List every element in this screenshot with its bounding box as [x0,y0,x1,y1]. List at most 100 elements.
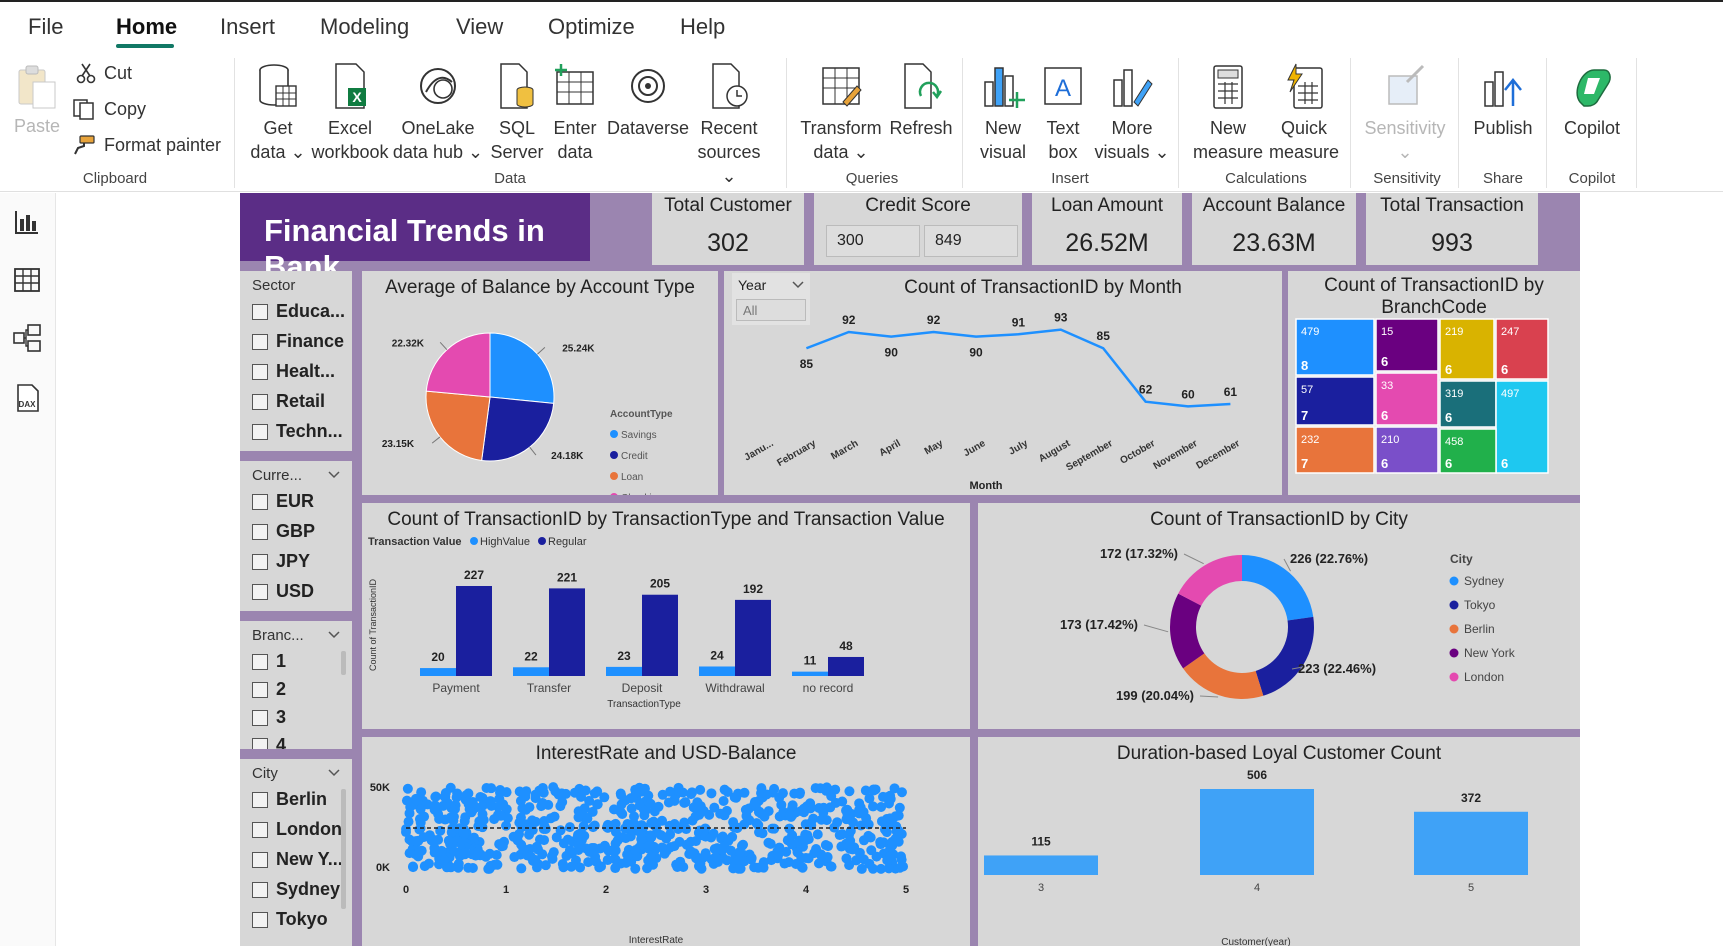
checkbox[interactable] [252,393,268,410]
scatter-point [445,812,456,823]
checkbox[interactable] [252,737,268,749]
menu-insert[interactable]: Insert [220,14,275,40]
donut-data-label: 172 (17.32%) [1100,546,1178,561]
checkbox[interactable] [252,303,268,320]
slicer-item[interactable]: Techn... [252,421,343,442]
scrollbar[interactable] [341,789,346,909]
slicer-item[interactable]: USD [252,581,314,602]
menu-optimize[interactable]: Optimize [548,14,635,40]
legend-label: Regular [548,536,587,548]
paste-button[interactable]: Paste [12,62,62,138]
checkbox[interactable] [252,791,268,808]
cut-button[interactable]: Cut [76,62,132,84]
kpi-total-transaction: Total Transaction 993 [1366,193,1538,265]
checkbox[interactable] [252,911,268,928]
x-axis-label: Month [970,480,1003,492]
slicer-item[interactable]: JPY [252,551,310,572]
slicer-item[interactable]: Sydney [252,879,340,900]
recent-sources-button[interactable]: Recent sources ⌄ [690,62,768,188]
treemap-branch-label: 8 [1301,358,1308,373]
checkbox[interactable] [252,523,268,540]
dataverse-icon [631,69,665,103]
excel-workbook-button[interactable]: X Excel workbook [310,62,390,164]
checkbox[interactable] [252,653,268,670]
copy-button[interactable]: Copy [72,98,146,120]
chevron-down-icon[interactable] [328,631,340,639]
slicer-item[interactable]: GBP [252,521,315,542]
checkbox[interactable] [252,583,268,600]
treemap-branch-label: 6 [1381,408,1388,423]
slicer-item[interactable]: 4 [252,735,286,749]
onelake-button[interactable]: OneLake data hub ⌄ [392,62,484,164]
table-view-icon[interactable] [12,265,42,295]
text-box-button[interactable]: A Text box [1036,62,1090,164]
slicer-item[interactable]: Educa... [252,301,345,322]
checkbox[interactable] [252,681,268,698]
slicer-item[interactable]: Retail [252,391,325,412]
menu-file[interactable]: File [28,14,63,40]
credit-score-min-input[interactable]: 300 [826,225,920,257]
chevron-down-icon[interactable] [328,471,340,479]
checkbox[interactable] [252,553,268,570]
checkbox[interactable] [252,333,268,350]
kpi-value: 26.52M [1065,229,1149,257]
new-visual-button[interactable]: New visual [972,62,1034,164]
slicer-item[interactable]: New Y... [252,849,343,870]
transform-data-button[interactable]: Transform data ⌄ [796,62,886,164]
slicer-item-label: Retail [276,391,326,411]
sensitivity-button[interactable]: Sensitivity ⌄ [1360,62,1450,164]
scatter-point [841,814,852,825]
get-data-button[interactable]: Get data ⌄ [248,62,308,164]
scatter-point [865,832,876,843]
slicer-item[interactable]: Healt... [252,361,335,382]
checkbox[interactable] [252,423,268,440]
credit-score-max-input[interactable]: 849 [924,225,1018,257]
slicer-item[interactable]: 1 [252,651,286,672]
slicer-item[interactable]: Finance [252,331,344,352]
slicer-item-label: GBP [276,521,316,541]
scatter-point [810,783,821,794]
scatter-point [539,821,550,832]
chevron-down-icon[interactable] [328,769,340,777]
menu-view[interactable]: View [456,14,503,40]
dax-query-view-icon[interactable]: DAX [12,383,42,413]
chevron-down-icon[interactable] [792,281,804,289]
treemap-value-label: 319 [1445,388,1463,400]
slicer-item[interactable]: Berlin [252,789,327,810]
slicer-item[interactable]: London [252,819,342,840]
sql-server-button[interactable]: SQL Server [490,62,544,164]
scatter-point [645,852,656,863]
scatter-point [751,818,762,829]
checkbox[interactable] [252,493,268,510]
more-visuals-button[interactable]: More visuals ⌄ [1094,62,1170,164]
model-view-icon[interactable] [12,323,42,353]
slicer-item[interactable]: 2 [252,679,286,700]
format-painter-button[interactable]: Format painter [72,134,221,156]
pie-leader-line [529,446,537,456]
new-measure-button[interactable]: New measure [1190,62,1266,164]
scatter-point [685,836,696,847]
x-tick-label: August [1037,438,1073,465]
enter-data-button[interactable]: Enter data [550,62,600,164]
copilot-button[interactable]: Copilot [1554,62,1630,140]
dataverse-button[interactable]: Dataverse [606,62,690,140]
checkbox[interactable] [252,363,268,380]
publish-button[interactable]: Publish [1468,62,1538,140]
menu-modeling[interactable]: Modeling [320,14,409,40]
kpi-label: Total Customer [664,195,792,216]
year-dropdown[interactable]: All [736,299,806,321]
scrollbar[interactable] [341,651,346,675]
checkbox[interactable] [252,881,268,898]
menu-home[interactable]: Home [116,14,177,40]
refresh-button[interactable]: Refresh [886,62,956,140]
slicer-item[interactable]: 3 [252,707,286,728]
report-view-icon[interactable] [12,207,42,237]
menu-help[interactable]: Help [680,14,725,40]
quick-measure-button[interactable]: Quick measure [1266,62,1342,164]
scatter-point [476,814,487,825]
checkbox[interactable] [252,851,268,868]
checkbox[interactable] [252,709,268,726]
checkbox[interactable] [252,821,268,838]
slicer-item[interactable]: EUR [252,491,314,512]
slicer-item[interactable]: Tokyo [252,909,328,930]
